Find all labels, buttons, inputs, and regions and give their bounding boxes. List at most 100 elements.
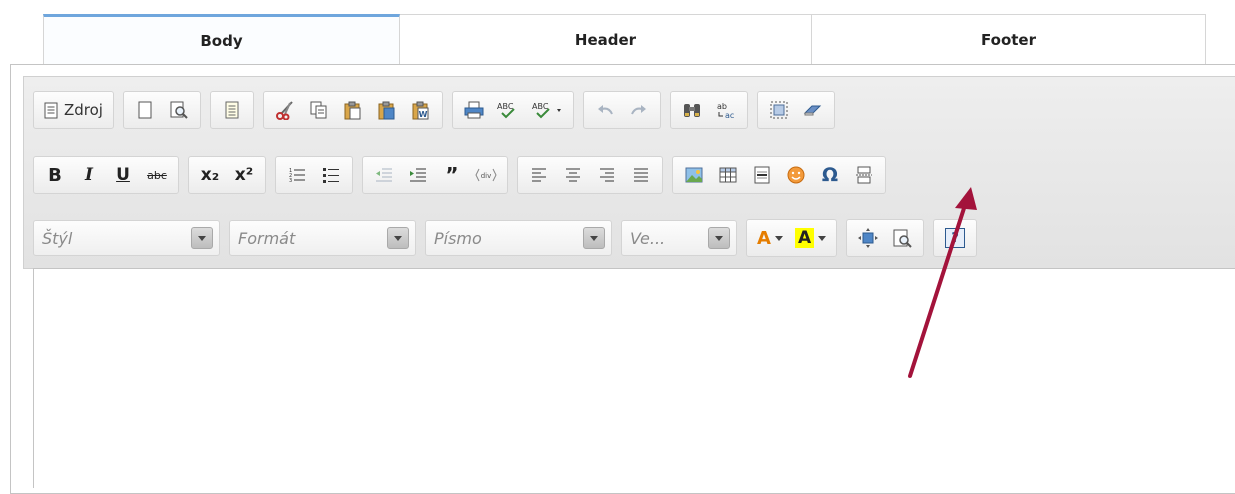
font-combo[interactable]: Písmo (425, 220, 612, 256)
redo-icon (631, 105, 646, 115)
remove-format-button[interactable] (796, 95, 830, 125)
copy-button[interactable] (302, 95, 336, 125)
svg-text:div: div (481, 172, 492, 180)
style-combo[interactable]: Štýl (33, 220, 220, 256)
help-group: ? (933, 219, 978, 257)
preview-button[interactable] (162, 95, 196, 125)
svg-text:ac: ac (725, 111, 734, 119)
text-color-icon: A (757, 227, 771, 249)
justify-icon (634, 168, 648, 182)
source-group: Zdroj (33, 91, 114, 129)
image-button[interactable] (677, 160, 711, 190)
image-icon (685, 167, 703, 183)
editor-tabs: Body Header Footer (43, 14, 1206, 65)
tab-footer[interactable]: Footer (812, 14, 1206, 65)
svg-text:3: 3 (289, 178, 292, 184)
preview-icon (170, 101, 188, 119)
script-group: x₂ x² (188, 156, 266, 194)
quote-icon: ” (445, 163, 459, 187)
align-left-icon (532, 168, 546, 182)
chevron-down-icon (387, 227, 409, 249)
format-combo[interactable]: Formát (229, 220, 416, 256)
align-left-button[interactable] (522, 160, 556, 190)
tab-body[interactable]: Body (43, 14, 400, 65)
justify-button[interactable] (624, 160, 658, 190)
create-div-button[interactable]: div (469, 160, 503, 190)
underline-icon: U (116, 165, 130, 185)
italic-button[interactable]: I (72, 160, 106, 190)
paste-button[interactable] (336, 95, 370, 125)
align-right-button[interactable] (590, 160, 624, 190)
undo-button[interactable] (588, 95, 622, 125)
maximize-button[interactable] (851, 223, 885, 253)
redo-button[interactable] (622, 95, 656, 125)
help-icon: ? (945, 228, 966, 248)
horizontal-rule-icon (754, 166, 770, 184)
indent-button[interactable] (401, 160, 435, 190)
cut-button[interactable] (268, 95, 302, 125)
editor-content-area[interactable] (33, 268, 1235, 488)
format-combo-text: Formát (238, 228, 296, 248)
bold-icon: B (48, 164, 62, 186)
underline-button[interactable]: U (106, 160, 140, 190)
list-group: 123 (275, 156, 353, 194)
undo-icon (597, 105, 613, 115)
size-combo[interactable]: Ve... (621, 220, 737, 256)
div-container-icon: div (475, 168, 497, 182)
spellcheck-dropdown-icon: ABC (532, 102, 561, 119)
undo-redo-group (582, 91, 661, 129)
select-all-button[interactable] (762, 95, 796, 125)
page-break-icon (856, 166, 872, 184)
paste-text-button[interactable] (370, 95, 404, 125)
svg-text:ABC: ABC (532, 102, 549, 111)
replace-icon: abac (717, 102, 734, 119)
select-all-icon (770, 101, 788, 119)
outdent-icon (376, 168, 392, 182)
bg-color-button[interactable]: A (789, 223, 832, 253)
align-center-button[interactable] (556, 160, 590, 190)
paste-word-icon: W (412, 101, 429, 119)
style-combo-text: Štýl (42, 228, 73, 248)
show-blocks-button[interactable] (885, 223, 919, 253)
paste-word-button[interactable]: W (404, 95, 438, 125)
omega-icon: Ω (821, 164, 839, 186)
indent-icon (410, 168, 426, 182)
outdent-button[interactable] (367, 160, 401, 190)
scissors-icon (275, 101, 293, 120)
numbered-list-icon: 123 (289, 168, 305, 184)
find-button[interactable] (675, 95, 709, 125)
templates-button[interactable] (215, 95, 249, 125)
insert-group: Ω (672, 156, 886, 194)
page-break-button[interactable] (847, 160, 881, 190)
numbered-list-button[interactable]: 123 (280, 160, 314, 190)
bold-button[interactable]: B (38, 160, 72, 190)
help-button[interactable]: ? (938, 223, 972, 253)
tab-header[interactable]: Header (400, 14, 812, 65)
source-button[interactable]: Zdroj (38, 95, 109, 125)
indent-group: ” div (362, 156, 508, 194)
align-center-icon (566, 168, 580, 182)
print-button[interactable] (457, 95, 491, 125)
bulleted-list-button[interactable] (314, 160, 348, 190)
table-button[interactable] (711, 160, 745, 190)
font-combo-text: Písmo (434, 228, 482, 248)
superscript-button[interactable]: x² (227, 160, 261, 190)
spellcheck-as-you-type-button[interactable]: ABC (525, 95, 569, 125)
templates-icon (225, 101, 239, 119)
text-color-button[interactable]: A (751, 223, 789, 253)
blockquote-button[interactable]: ” (435, 160, 469, 190)
new-page-button[interactable] (128, 95, 162, 125)
subscript-button[interactable]: x₂ (193, 160, 227, 190)
strikethrough-button[interactable]: abc (140, 160, 174, 190)
align-group (517, 156, 663, 194)
horizontal-rule-button[interactable] (745, 160, 779, 190)
smiley-button[interactable] (779, 160, 813, 190)
color-group: A A (746, 219, 838, 257)
special-char-button[interactable]: Ω (813, 160, 847, 190)
spellcheck-button[interactable]: ABC (491, 95, 525, 125)
replace-button[interactable]: ab ac (709, 95, 743, 125)
subscript-icon: x₂ (200, 165, 220, 185)
chevron-down-icon (708, 227, 730, 249)
svg-text:W: W (419, 110, 428, 119)
bg-color-icon: A (794, 228, 815, 248)
